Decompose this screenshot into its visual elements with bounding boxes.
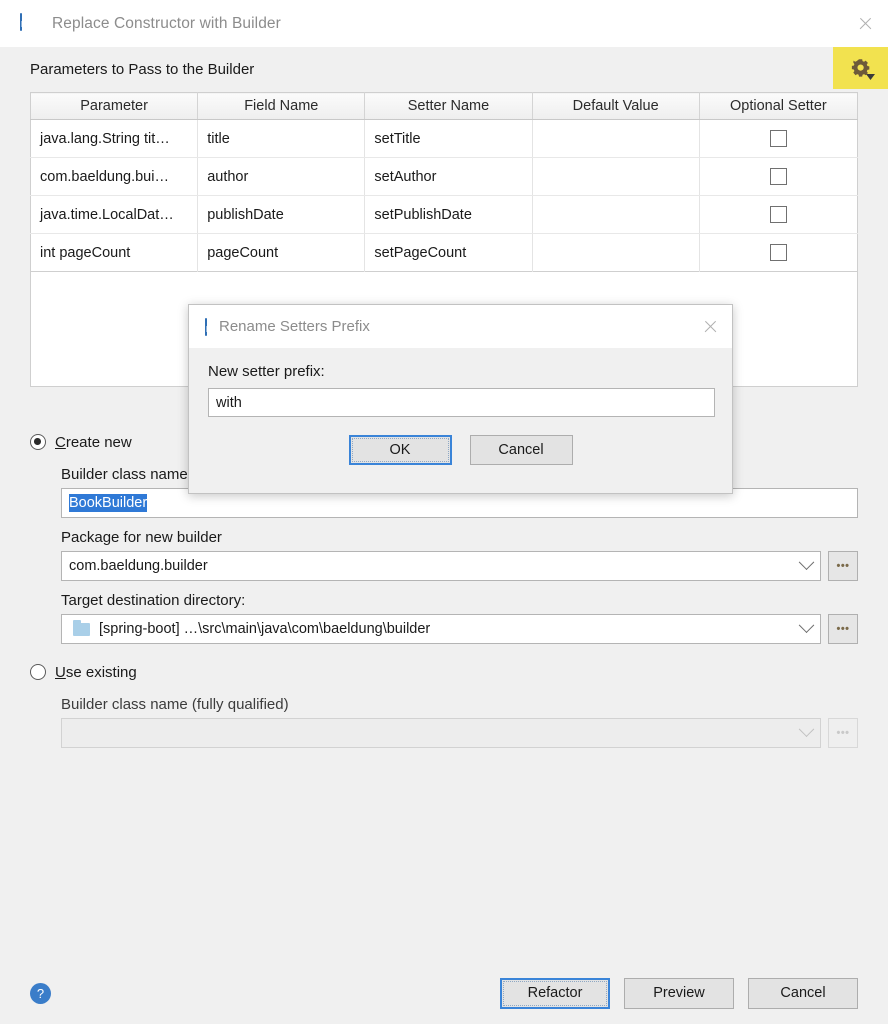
table-row[interactable]: java.time.LocalDat… publishDate setPubli… bbox=[30, 195, 858, 234]
cell-optional-setter[interactable] bbox=[699, 157, 858, 196]
package-browse-button[interactable]: ••• bbox=[828, 551, 858, 581]
existing-builder-class-row: ••• bbox=[61, 718, 858, 748]
ellipsis-icon: ••• bbox=[836, 727, 850, 739]
use-existing-fields: Builder class name (fully qualified) ••• bbox=[30, 696, 858, 748]
dialog-title: Replace Constructor with Builder bbox=[52, 14, 281, 32]
parameters-table[interactable]: Parameter Field Name Setter Name Default… bbox=[30, 92, 858, 272]
cell-parameter[interactable]: int pageCount bbox=[30, 233, 199, 272]
target-directory-combobox[interactable]: [spring-boot] …\src\main\java\com\baeldu… bbox=[61, 614, 821, 644]
new-setter-prefix-input[interactable]: with bbox=[208, 388, 715, 417]
dialog-footer: ? Refactor Preview Cancel bbox=[0, 962, 888, 1024]
modal-buttons: OK Cancel bbox=[208, 435, 713, 465]
modal-title: Rename Setters Prefix bbox=[219, 318, 370, 335]
close-icon bbox=[703, 319, 718, 334]
column-header-optional-setter[interactable]: Optional Setter bbox=[699, 92, 858, 120]
cell-setter-name[interactable]: setTitle bbox=[364, 119, 533, 158]
intellij-icon bbox=[205, 317, 207, 336]
dialog-titlebar: Replace Constructor with Builder bbox=[0, 0, 888, 47]
existing-builder-class-label: Builder class name (fully qualified) bbox=[61, 696, 289, 713]
radio-use-existing[interactable]: Use existing bbox=[30, 659, 858, 685]
target-directory-browse-button[interactable]: ••• bbox=[828, 614, 858, 644]
modal-body: New setter prefix: with OK Cancel bbox=[189, 348, 732, 465]
help-button[interactable]: ? bbox=[30, 982, 51, 1004]
cell-field-name[interactable]: pageCount bbox=[197, 233, 366, 272]
package-row: com.baeldung.builder ••• bbox=[61, 551, 858, 581]
parameters-section-label: Parameters to Pass to the Builder bbox=[30, 61, 255, 78]
help-icon: ? bbox=[36, 985, 45, 1001]
target-directory-value: [spring-boot] …\src\main\java\com\baeldu… bbox=[99, 621, 431, 637]
column-header-setter-name[interactable]: Setter Name bbox=[364, 92, 533, 120]
cell-default-value[interactable] bbox=[532, 233, 700, 272]
chevron-down-icon[interactable] bbox=[792, 615, 820, 643]
cell-field-name[interactable]: title bbox=[197, 119, 366, 158]
cell-field-name[interactable]: publishDate bbox=[197, 195, 366, 234]
cell-optional-setter[interactable] bbox=[699, 195, 858, 234]
existing-builder-browse-button: ••• bbox=[828, 718, 858, 748]
table-row[interactable]: int pageCount pageCount setPageCount bbox=[30, 233, 858, 272]
new-setter-prefix-label: New setter prefix: bbox=[208, 363, 325, 380]
chevron-down-icon bbox=[792, 719, 820, 747]
column-header-default-value[interactable]: Default Value bbox=[532, 92, 700, 120]
cell-parameter[interactable]: com.baeldung.bui… bbox=[30, 157, 199, 196]
ellipsis-icon: ••• bbox=[836, 560, 850, 572]
cell-default-value[interactable] bbox=[532, 157, 700, 196]
cell-parameter[interactable]: java.lang.String tit… bbox=[30, 119, 199, 158]
table-row[interactable]: com.baeldung.bui… author setAuthor bbox=[30, 157, 858, 196]
radio-use-existing-label: Use existing bbox=[55, 663, 137, 681]
column-header-parameter[interactable]: Parameter bbox=[30, 92, 199, 120]
radio-create-new-indicator[interactable] bbox=[30, 434, 46, 450]
cell-parameter[interactable]: java.time.LocalDat… bbox=[30, 195, 199, 234]
gear-icon bbox=[850, 57, 875, 80]
optional-setter-checkbox[interactable] bbox=[769, 168, 787, 185]
close-button[interactable] bbox=[842, 0, 888, 47]
column-header-field-name[interactable]: Field Name bbox=[197, 92, 366, 120]
folder-icon bbox=[73, 619, 90, 636]
rename-setters-prefix-dialog: Rename Setters Prefix New setter prefix:… bbox=[188, 304, 733, 494]
modal-titlebar: Rename Setters Prefix bbox=[189, 305, 732, 348]
radio-use-existing-indicator[interactable] bbox=[30, 664, 46, 680]
optional-setter-checkbox[interactable] bbox=[769, 130, 787, 147]
cell-default-value[interactable] bbox=[532, 195, 700, 234]
package-combobox[interactable]: com.baeldung.builder bbox=[61, 551, 821, 581]
modal-close-button[interactable] bbox=[688, 305, 732, 348]
cell-setter-name[interactable]: setAuthor bbox=[364, 157, 533, 196]
settings-gear-button[interactable] bbox=[833, 47, 888, 89]
package-value: com.baeldung.builder bbox=[69, 558, 208, 574]
cancel-button[interactable]: Cancel bbox=[748, 977, 858, 1009]
cell-optional-setter[interactable] bbox=[699, 119, 858, 158]
existing-builder-class-combobox[interactable] bbox=[61, 718, 821, 748]
package-label: Package for new builder bbox=[61, 529, 222, 546]
ellipsis-icon: ••• bbox=[836, 623, 850, 635]
target-directory-row: [spring-boot] …\src\main\java\com\baeldu… bbox=[61, 614, 858, 644]
cell-field-name[interactable]: author bbox=[197, 157, 366, 196]
refactor-button[interactable]: Refactor bbox=[500, 977, 610, 1009]
close-icon bbox=[858, 16, 873, 31]
cell-setter-name[interactable]: setPageCount bbox=[364, 233, 533, 272]
ok-button[interactable]: OK bbox=[348, 435, 452, 465]
table-row[interactable]: java.lang.String tit… title setTitle bbox=[30, 119, 858, 158]
cell-default-value[interactable] bbox=[532, 119, 700, 158]
table-header-row: Parameter Field Name Setter Name Default… bbox=[30, 92, 858, 120]
dialog-content: Parameters to Pass to the Builder Parame… bbox=[0, 47, 888, 1024]
intellij-icon bbox=[20, 13, 39, 33]
builder-class-name-value: BookBuilder bbox=[69, 494, 148, 512]
radio-create-new-label: Create new bbox=[55, 433, 132, 451]
replace-constructor-with-builder-dialog: Replace Constructor with Builder Paramet… bbox=[0, 0, 888, 1024]
target-directory-label: Target destination directory: bbox=[61, 592, 246, 609]
cell-optional-setter[interactable] bbox=[699, 234, 857, 272]
cell-setter-name[interactable]: setPublishDate bbox=[364, 195, 533, 234]
new-setter-prefix-value: with bbox=[216, 394, 242, 411]
preview-button[interactable]: Preview bbox=[624, 977, 734, 1009]
parameters-section-header: Parameters to Pass to the Builder bbox=[30, 47, 888, 92]
optional-setter-checkbox[interactable] bbox=[769, 206, 787, 223]
chevron-down-icon[interactable] bbox=[792, 552, 820, 580]
optional-setter-checkbox[interactable] bbox=[769, 244, 787, 261]
modal-cancel-button[interactable]: Cancel bbox=[469, 435, 573, 465]
